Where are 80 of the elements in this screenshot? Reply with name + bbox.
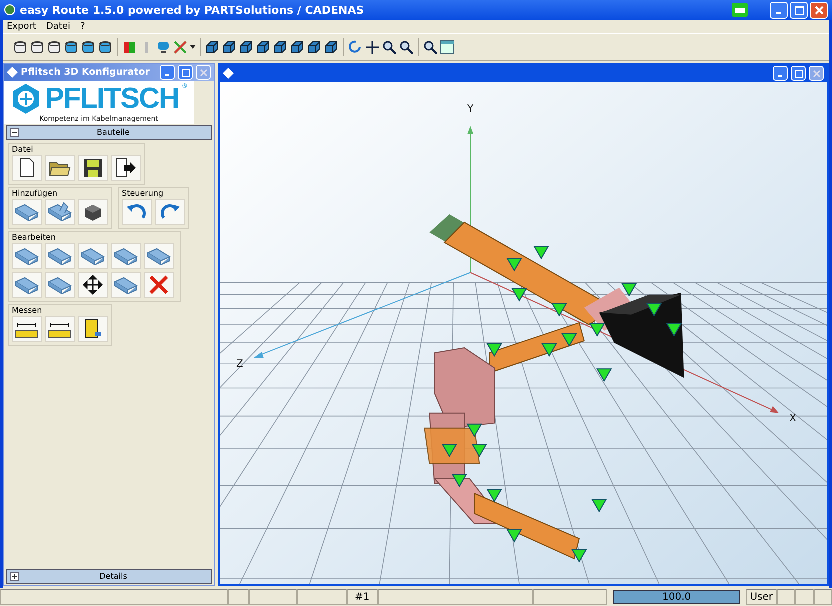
axis-label: X xyxy=(790,413,796,424)
status-cell xyxy=(296,589,347,605)
maximize-icon xyxy=(182,68,190,76)
status-cell xyxy=(795,589,814,605)
zoom-icon[interactable] xyxy=(382,40,397,54)
diamond-icon xyxy=(7,67,18,78)
printer-icon[interactable] xyxy=(732,3,748,17)
status-user: User xyxy=(746,589,778,605)
maximize-button[interactable] xyxy=(790,2,808,18)
tool-button[interactable] xyxy=(45,155,75,181)
section-header[interactable]: Details xyxy=(6,569,212,584)
menu-item[interactable]: Export xyxy=(7,22,36,32)
logo-text: PFLITSCH xyxy=(45,84,179,114)
minimize-button[interactable] xyxy=(773,66,788,81)
view-cube-icon[interactable] xyxy=(324,40,339,54)
minimize-button[interactable] xyxy=(770,2,788,18)
close-icon xyxy=(200,68,208,76)
view-cube-icon[interactable] xyxy=(273,40,288,54)
cylinder-icon[interactable] xyxy=(81,40,96,54)
tool-button[interactable] xyxy=(12,155,42,181)
group-title: Hinzufügen xyxy=(12,189,59,199)
close-button[interactable] xyxy=(810,2,828,18)
axis-label: Z xyxy=(236,359,244,370)
globe-icon xyxy=(4,4,16,16)
tool-button[interactable] xyxy=(12,316,42,342)
section-header[interactable]: Bauteile xyxy=(6,125,212,140)
menu-item[interactable]: Datei xyxy=(46,22,70,32)
tool-button[interactable] xyxy=(78,316,108,342)
view-cube-icon[interactable] xyxy=(222,40,237,54)
axis-label: Y xyxy=(468,104,474,116)
cylinder-icon[interactable] xyxy=(13,40,28,54)
status-cell xyxy=(228,589,249,605)
view-cube-icon[interactable] xyxy=(239,40,254,54)
rotate-icon[interactable] xyxy=(348,40,363,54)
maximize-icon xyxy=(794,70,802,78)
calendar-icon[interactable] xyxy=(440,40,455,54)
menu-item[interactable]: ? xyxy=(80,22,86,32)
zoom-icon[interactable] xyxy=(423,40,438,54)
collapse-icon xyxy=(10,128,19,137)
group-title: Messen xyxy=(12,306,44,316)
tool-button[interactable] xyxy=(78,272,108,298)
zoom-icon[interactable] xyxy=(399,40,414,54)
maximize-icon xyxy=(794,6,804,14)
3d-scene[interactable]: Y Z X xyxy=(220,82,827,584)
color-cube-icon[interactable] xyxy=(122,40,137,54)
progress-reading: 100.0 xyxy=(662,591,692,603)
window-title: easy Route 1.5.0 powered by PARTSolutions / CADENAS xyxy=(20,4,366,16)
status-cell xyxy=(777,589,796,605)
view-cube-icon[interactable] xyxy=(307,40,322,54)
tool-button[interactable] xyxy=(78,155,108,181)
maximize-button[interactable] xyxy=(791,66,806,81)
cylinder-icon[interactable] xyxy=(64,40,79,54)
export-icon xyxy=(114,157,138,179)
tray-junction-icon xyxy=(48,201,72,223)
axes-icon[interactable] xyxy=(173,40,188,54)
close-button[interactable] xyxy=(809,66,824,81)
expand-icon xyxy=(10,572,19,581)
status-cell xyxy=(814,589,832,605)
close-icon xyxy=(812,70,820,78)
diamond-icon xyxy=(223,68,234,79)
delete-icon xyxy=(147,274,171,296)
status-cell xyxy=(248,589,297,605)
status-cell: #1 xyxy=(346,589,378,605)
group-title: Datei xyxy=(12,145,34,155)
tool-button[interactable] xyxy=(111,155,141,181)
minimize-button[interactable] xyxy=(160,65,175,80)
cylinder-icon[interactable] xyxy=(47,40,62,54)
maximize-button[interactable] xyxy=(178,65,193,80)
cylinder-icon[interactable] xyxy=(30,40,45,54)
close-icon xyxy=(814,6,824,14)
group-title: Steuerung xyxy=(122,189,165,199)
panel-title: Pflitsch 3D Konfigurator xyxy=(21,67,151,78)
group-title: Bearbeiten xyxy=(12,233,57,243)
tool-button[interactable] xyxy=(45,316,75,342)
cylinder-icon[interactable] xyxy=(98,40,113,54)
view-cube-icon[interactable] xyxy=(290,40,305,54)
view-cube-icon[interactable] xyxy=(256,40,271,54)
caret-icon[interactable] xyxy=(190,45,196,49)
view-cube-icon[interactable] xyxy=(205,40,220,54)
tool-button[interactable] xyxy=(78,199,108,225)
